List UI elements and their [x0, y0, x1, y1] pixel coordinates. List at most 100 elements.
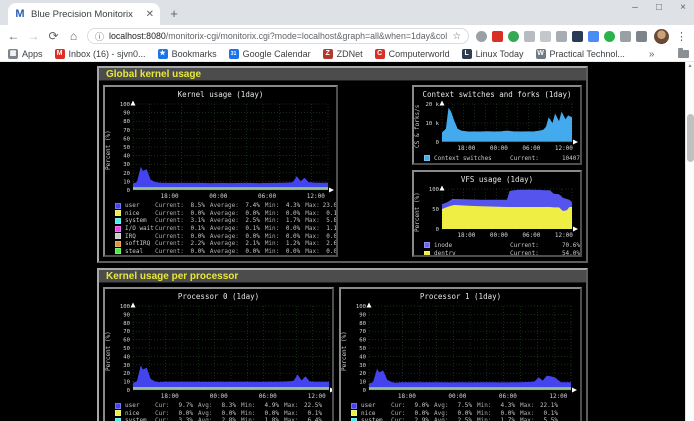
legend-row: niceCur:0.0%Avg:0.0%Min:0.0%Max:0.1% — [351, 410, 580, 418]
graph-title: Processor 0 (1day) — [105, 289, 332, 302]
y-axis-label: Percent (%) — [105, 302, 114, 400]
home-icon[interactable]: ⌂ — [67, 29, 80, 43]
svg-text:30: 30 — [359, 363, 366, 369]
svg-text:90: 90 — [123, 312, 130, 318]
svg-text:0: 0 — [127, 188, 130, 194]
address-bar[interactable]: ⓘ localhost:8080/monitorix-cgi/monitorix… — [87, 28, 469, 44]
bookmark-star-icon: ★ — [158, 49, 168, 59]
url-text[interactable]: localhost:8080/monitorix-cgi/monitorix.c… — [109, 31, 447, 41]
graph-legend: inodeCurrent:70.6%dentryCurrent:54.0%fil… — [414, 239, 580, 257]
tab-close-icon[interactable]: ✕ — [146, 9, 154, 20]
svg-text:06:00: 06:00 — [258, 193, 276, 200]
search-icon[interactable] — [476, 31, 487, 42]
tab-monitorix[interactable]: M Blue Precision Monitorix ✕ — [8, 3, 160, 25]
svg-text:12:00: 12:00 — [555, 145, 573, 152]
legend-row: systemCur:2.9%Avg:2.5%Min:1.7%Max:5.5% — [351, 417, 580, 421]
scrollbar-thumb[interactable] — [687, 114, 694, 162]
svg-text:12:00: 12:00 — [307, 193, 325, 200]
svg-text:100: 100 — [356, 304, 366, 310]
chat-icon[interactable] — [588, 31, 599, 42]
copy-pages-icon[interactable] — [524, 31, 535, 42]
bookmarks-overflow-chevron[interactable]: » — [649, 49, 655, 60]
svg-text:12:00: 12:00 — [549, 393, 567, 400]
cast-icon[interactable] — [556, 31, 567, 42]
scroll-up-icon[interactable]: ▲ — [686, 62, 694, 70]
legend-color-swatch — [115, 233, 121, 239]
svg-text:06:00: 06:00 — [259, 393, 277, 400]
processor-0-graph[interactable]: Processor 0 (1day)Percent (%)01020304050… — [103, 287, 334, 421]
bookmark-inbox-16-sjvn0-[interactable]: MInbox (16) - sjvn0... — [55, 49, 146, 59]
puzzle-icon[interactable] — [620, 31, 631, 42]
svg-text:50: 50 — [359, 346, 366, 352]
svg-text:18:00: 18:00 — [457, 232, 475, 239]
legend-row: IRQCurrent:0.0%Average:0.0%Min:0.0%Max:0… — [115, 232, 336, 240]
status-dot-icon[interactable] — [604, 31, 615, 42]
svg-text:50: 50 — [123, 346, 130, 352]
bookmark-bookmarks[interactable]: ★Bookmarks — [158, 49, 217, 59]
svg-text:40: 40 — [123, 154, 130, 160]
legend-color-swatch — [115, 203, 121, 209]
tab-strip: M Blue Precision Monitorix ✕ + – □ × — [0, 0, 694, 25]
bookmark-zdnet[interactable]: ZZDNet — [323, 49, 363, 59]
section-title: Kernel usage per processor — [99, 270, 586, 283]
svg-text:18:00: 18:00 — [457, 145, 475, 152]
page-scrollbar[interactable]: ▲ — [685, 62, 694, 421]
legend-row: guestCurrent:0.0%Average:0.0%Min:0.0%Max… — [115, 255, 336, 257]
bookmark-practical-technol-[interactable]: WPractical Technol... — [536, 49, 625, 59]
svg-text:80: 80 — [123, 321, 130, 327]
bookmark-google-calendar[interactable]: 31Google Calendar — [229, 49, 311, 59]
other-bookmarks[interactable]: Other bookmarks — [678, 49, 694, 59]
context-switches-graph[interactable]: Context switches and forks (1day)CS & fo… — [412, 85, 582, 165]
svg-text:18:00: 18:00 — [161, 193, 179, 200]
back-icon[interactable]: ← — [7, 29, 20, 43]
folder-icon — [678, 50, 689, 58]
svg-text:06:00: 06:00 — [499, 393, 517, 400]
bookmark-linux-today[interactable]: LLinux Today — [462, 49, 524, 59]
filter-list-icon[interactable] — [636, 31, 647, 42]
minimize-button[interactable]: – — [630, 2, 640, 13]
dark-app-icon[interactable] — [572, 31, 583, 42]
close-button[interactable]: × — [678, 2, 688, 13]
wordpress-icon: W — [536, 49, 546, 59]
svg-text:40: 40 — [123, 354, 130, 360]
y-axis-label: Percent (%) — [341, 302, 350, 400]
grey-extension-icon[interactable] — [540, 31, 551, 42]
bookmark-star-icon[interactable]: ☆ — [452, 31, 461, 42]
legend-color-swatch — [115, 256, 121, 257]
svg-text:80: 80 — [359, 321, 366, 327]
svg-text:12:00: 12:00 — [308, 393, 326, 400]
legend-row: stealCurrent:0.0%Average:0.0%Min:0.0%Max… — [115, 248, 336, 256]
svg-text:60: 60 — [359, 338, 366, 344]
graph-title: VFS usage (1day) — [414, 172, 580, 185]
bookmark-computerworld[interactable]: CComputerworld — [375, 49, 450, 59]
mail-checker-icon[interactable] — [492, 31, 503, 42]
chrome-menu-icon[interactable]: ⋮ — [676, 30, 687, 43]
profile-avatar[interactable] — [654, 29, 669, 44]
gmail-icon: M — [55, 49, 65, 59]
svg-text:90: 90 — [123, 111, 130, 117]
extension-icons — [476, 31, 647, 42]
vfs-usage-graph[interactable]: VFS usage (1day)Percent (%)05010018:0000… — [412, 170, 582, 257]
svg-text:90: 90 — [359, 312, 366, 318]
forward-icon[interactable]: → — [27, 29, 40, 43]
plot-area: 010203040506070809010018:0000:0006:0012:… — [350, 302, 579, 400]
svg-text:0: 0 — [126, 388, 129, 394]
page-info-icon[interactable]: ⓘ — [95, 30, 104, 43]
graph-title: Processor 1 (1day) — [341, 289, 580, 302]
legend-row: systemCurrent:3.1%Average:2.5%Min:1.7%Ma… — [115, 217, 336, 225]
legend-color-swatch — [115, 226, 121, 232]
legend-row: Context switchesCurrent:10407 — [424, 154, 580, 163]
globe-badge-icon[interactable] — [508, 31, 519, 42]
calendar-icon: 31 — [229, 49, 239, 59]
maximize-button[interactable]: □ — [654, 2, 664, 13]
reload-icon[interactable]: ⟳ — [47, 29, 60, 43]
monitorix-report: Global kernel usage Kernel usage (1day)P… — [97, 66, 588, 421]
bookmark-apps[interactable]: ▦Apps — [8, 49, 43, 59]
legend-row: niceCurrent:0.0%Average:0.0%Min:0.0%Max:… — [115, 210, 336, 218]
new-tab-button[interactable]: + — [164, 4, 184, 24]
legend-color-swatch — [115, 218, 121, 224]
processor-1-graph[interactable]: Processor 1 (1day)Percent (%)01020304050… — [339, 287, 582, 421]
legend-color-swatch — [351, 403, 357, 409]
kernel-usage-graph[interactable]: Kernel usage (1day)Percent (%)0102030405… — [103, 85, 338, 257]
legend-row: inodeCurrent:70.6% — [424, 241, 580, 250]
